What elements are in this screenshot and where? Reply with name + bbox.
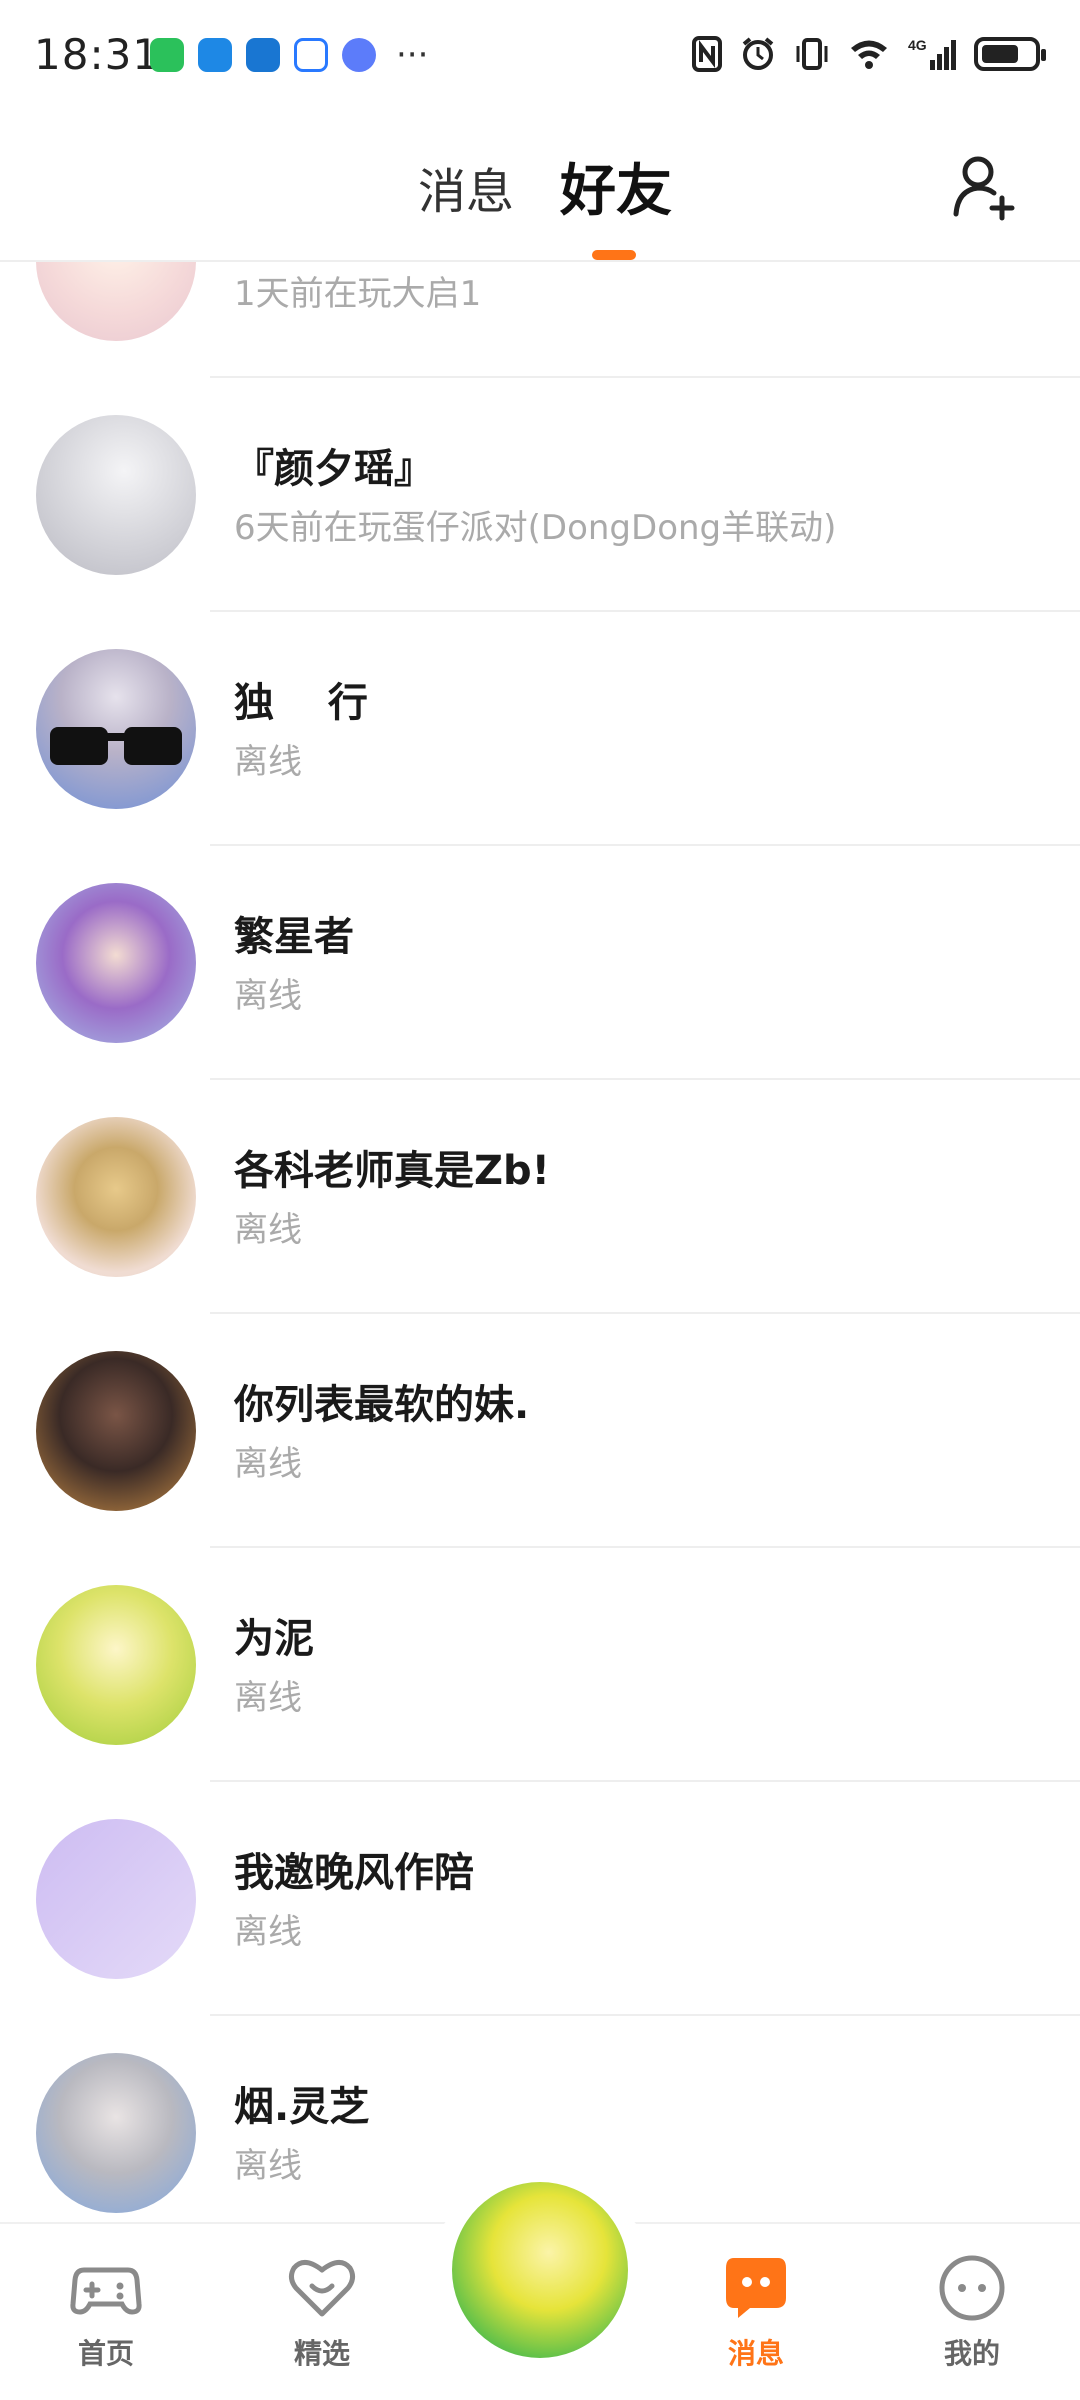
signal-4g-icon: 4G <box>908 37 956 70</box>
friend-row[interactable]: 你列表最软的妹. 离线 <box>0 1314 1080 1548</box>
friend-status: 离线 <box>234 2146 302 2186</box>
nav-label: 精选 <box>293 2337 350 2370</box>
friend-name: 我邀晚风作陪 <box>234 1850 474 1896</box>
wifi-icon <box>851 40 887 69</box>
avatar <box>36 649 196 809</box>
nav-item-featured[interactable]: 精选 <box>252 2252 392 2372</box>
friend-name: 你列表最软的妹. <box>234 1382 530 1428</box>
system-status-icons: 4G <box>692 36 1046 72</box>
avatar <box>36 262 196 341</box>
friend-name: 繁星者 <box>234 914 354 960</box>
app-arrow-icon <box>198 38 232 72</box>
friend-row[interactable]: 各科老师真是Zb! 离线 <box>0 1080 1080 1314</box>
friend-status: 离线 <box>234 1444 302 1484</box>
friends-list[interactable]: 1天前在玩大启1 『颜夕瑶』 6天前在玩蛋仔派对(DongDong羊联动) 独 … <box>0 262 1080 2222</box>
avatar <box>36 1117 196 1277</box>
friend-row[interactable]: 『颜夕瑶』 6天前在玩蛋仔派对(DongDong羊联动) <box>0 378 1080 612</box>
avatar <box>36 415 196 575</box>
top-header: 消息 好友 <box>0 110 1080 262</box>
notification-icons: ··· <box>150 38 428 72</box>
friend-row[interactable]: 为泥 离线 <box>0 1548 1080 1782</box>
alarm-icon <box>742 37 774 70</box>
baidu-icon <box>294 38 328 72</box>
status-bar: 18:31 ··· 4G <box>0 0 1080 110</box>
avatar <box>36 2053 196 2213</box>
friend-name: 各科老师真是Zb! <box>234 1148 550 1194</box>
vibrate-icon <box>796 38 828 70</box>
avatar <box>36 883 196 1043</box>
friend-name: 『颜夕瑶』 <box>234 446 434 492</box>
friend-row[interactable]: 繁星者 离线 <box>0 846 1080 1080</box>
friend-status: 离线 <box>234 742 302 782</box>
sunglasses-icon <box>50 727 182 765</box>
nav-item-home[interactable]: 首页 <box>36 2252 176 2372</box>
friend-status: 离线 <box>234 1678 302 1718</box>
avatar <box>36 1819 196 1979</box>
friend-name: 烟.灵芝 <box>234 2084 370 2130</box>
friend-status: 离线 <box>234 976 302 1016</box>
more-notifications-icon: ··· <box>396 35 429 75</box>
friend-status: 6天前在玩蛋仔派对(DongDong羊联动) <box>234 508 837 548</box>
nav-item-mine[interactable]: 我的 <box>902 2252 1042 2372</box>
add-friend-icon[interactable] <box>950 152 1020 222</box>
lightbulb-icon <box>246 38 280 72</box>
friend-name: 独 行 <box>234 680 368 726</box>
nav-label: 首页 <box>77 2337 134 2370</box>
chat-bubble-icon <box>726 2258 786 2318</box>
friend-row[interactable]: 我邀晚风作陪 离线 <box>0 1782 1080 2016</box>
nav-label: 我的 <box>943 2337 1000 2370</box>
friend-name: 为泥 <box>234 1616 314 1662</box>
face-icon <box>939 2255 1005 2321</box>
friend-row[interactable]: 独 行 离线 <box>0 612 1080 846</box>
wechat-icon <box>150 38 184 72</box>
music-icon <box>342 38 376 72</box>
friend-status: 离线 <box>234 1912 302 1952</box>
nfc-icon <box>692 36 722 72</box>
gamepad-icon <box>70 2267 142 2315</box>
status-time: 18:31 <box>34 30 161 79</box>
friend-row[interactable]: 1天前在玩大启1 <box>0 262 1080 378</box>
active-tab-indicator <box>592 250 636 260</box>
nav-item-messages[interactable]: 消息 <box>686 2252 826 2372</box>
center-avatar-button[interactable] <box>452 2182 628 2358</box>
battery-icon <box>974 37 1046 71</box>
nav-label: 消息 <box>727 2337 784 2370</box>
avatar <box>36 1585 196 1745</box>
friend-status: 离线 <box>234 1210 302 1250</box>
tab-messages[interactable]: 消息 <box>418 152 514 222</box>
tab-friends[interactable]: 好友 <box>560 146 672 227</box>
heart-icon <box>288 2260 356 2317</box>
avatar <box>36 1351 196 1511</box>
friend-status: 1天前在玩大启1 <box>234 274 482 314</box>
svg-text:4G: 4G <box>908 37 927 53</box>
